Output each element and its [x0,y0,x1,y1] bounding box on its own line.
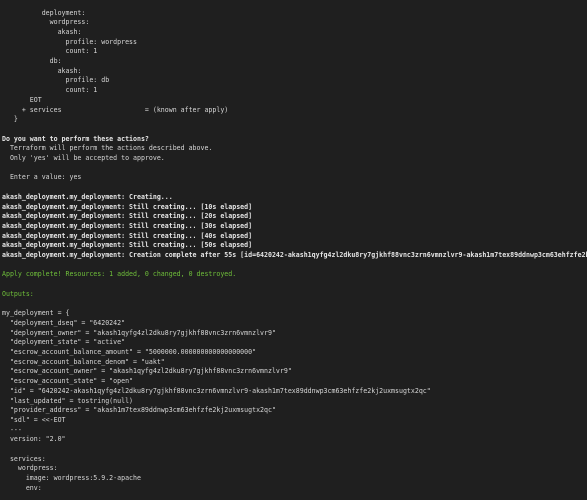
terminal-line: "escrow_account_owner" = "akash1qyfg4zl2… [2,367,292,376]
terminal-line: env: [2,483,42,492]
terminal-window[interactable]: deployment: wordpress: akash: profile: w… [0,0,587,500]
terminal-line: wordpress: [2,18,90,27]
terminal-line: "sdl" = <<-EOT [2,415,66,424]
terminal-line: "deployment_state" = "active" [2,338,126,347]
terminal-line: "provider_address" = "akash1m7tex89ddnwp… [2,406,276,415]
terminal-line: deployment: [2,8,86,17]
terminal-line: akash_deployment.my_deployment: Creating… [2,192,173,201]
terminal-line: "escrow_account_balance_amount" = "50000… [2,348,257,356]
terminal-line: akash: [2,66,82,75]
terminal-line: "last_updated" = tostring(null) [2,396,134,405]
terminal-line: profile: db [2,76,110,85]
terminal-line: Apply complete! Resources: 1 added, 0 ch… [2,270,237,279]
terminal-line: akash_deployment.my_deployment: Still cr… [2,221,253,230]
terminal-line: } [2,115,18,124]
terminal-line: count: 1 [2,86,98,95]
terminal-line: profile: wordpress [2,37,137,46]
terminal-line: "deployment_owner" = "akash1qyfg4zl2dku8… [2,328,276,337]
terminal-line: akash_deployment.my_deployment: Still cr… [2,202,253,211]
terminal-line: count: 1 [2,47,98,56]
terminal-line: services: [2,454,46,463]
terminal-line: db: [2,57,62,65]
terminal-line: Terraform will perform the actions descr… [2,144,213,153]
terminal-line: my_deployment = { [2,309,70,318]
terminal-line: akash: [2,27,82,36]
terminal-line: akash_deployment.my_deployment: Still cr… [2,212,253,221]
terminal-line: image: wordpress:5.9.2-apache [2,474,141,483]
terminal-line: version: "2.0" [2,435,66,444]
terminal-line: --- [2,425,22,434]
terminal-line: Only 'yes' will be accepted to approve. [2,154,165,162]
terminal-line: Outputs: [2,289,34,298]
terminal-line: "deployment_dseq" = "6420242" [2,318,126,327]
terminal-line: wordpress: [2,464,58,473]
terminal-line: akash_deployment.my_deployment: Creation… [2,251,587,259]
terminal-line: Enter a value: yes [2,173,82,182]
terminal-line: + services = (known after apply) [2,105,229,114]
terminal-line: akash_deployment.my_deployment: Still cr… [2,241,253,250]
terminal-line: "escrow_account_balance_denom" = "uakt" [2,357,165,366]
terminal-line: akash_deployment.my_deployment: Still cr… [2,231,253,240]
terminal-line: "escrow_account_state" = "open" [2,377,134,386]
terminal-line: EOT [2,95,42,104]
terminal-line: Do you want to perform these actions? [2,134,149,143]
terminal-line: "id" = "6420242-akash1qyfg4zl2dku8ry7gjk… [2,386,431,395]
